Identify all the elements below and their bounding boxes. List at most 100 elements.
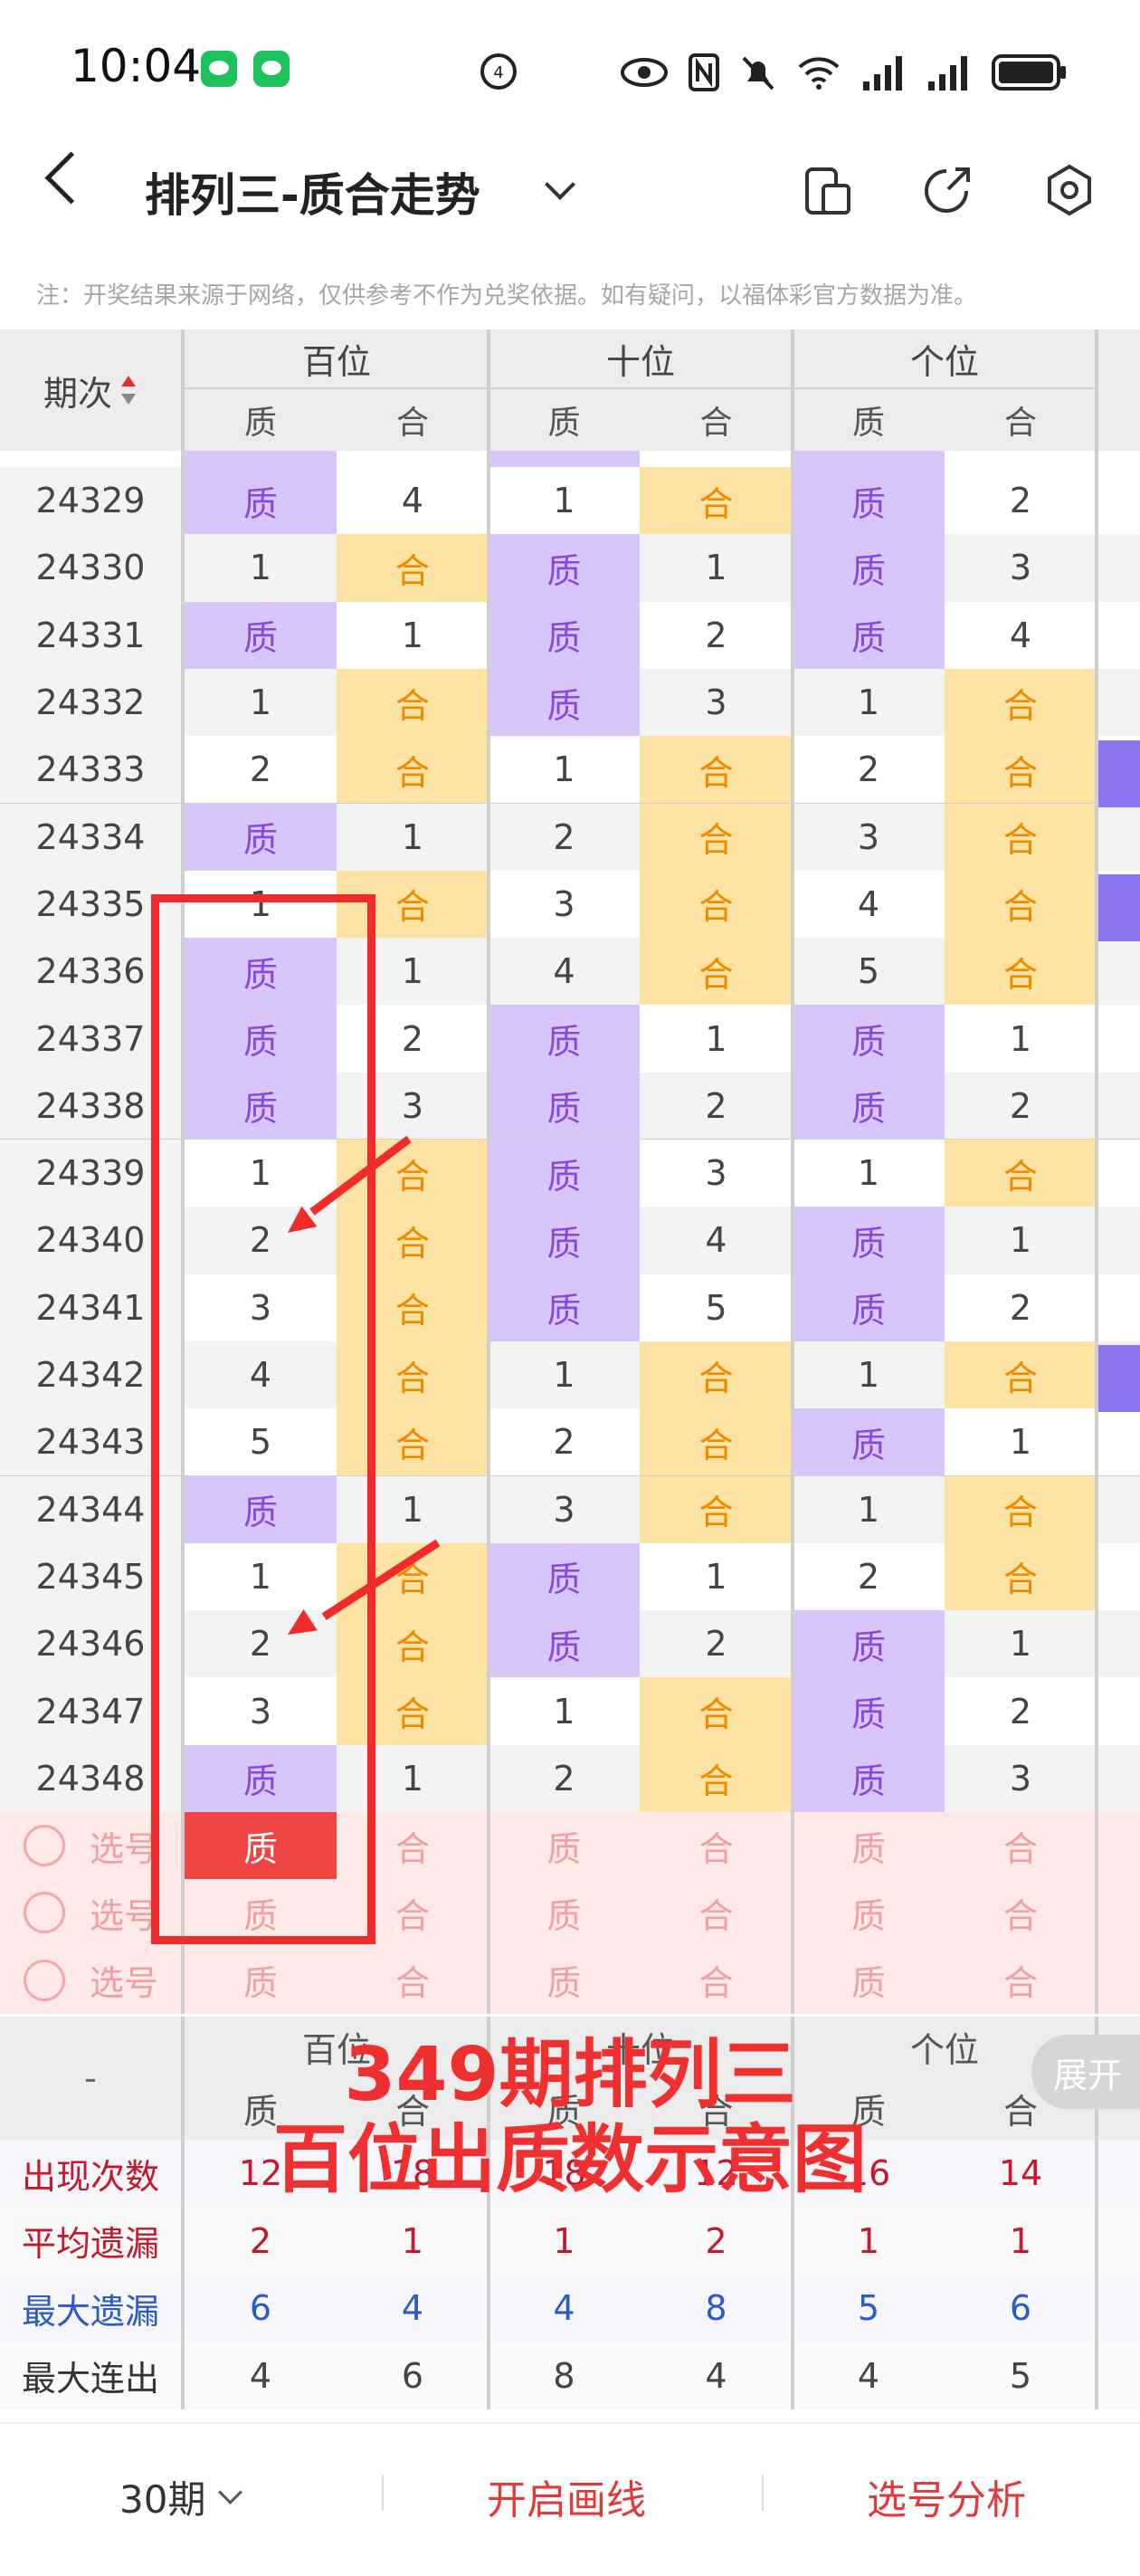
prime-cell: 质 [489,1542,640,1611]
omission-cell: 1 [857,1153,880,1194]
select-cell[interactable]: 质 [489,1947,640,2014]
stats-value: 8 [705,2288,727,2329]
stats-value: 5 [1009,2355,1032,2396]
period-count-selector[interactable]: 30期 [119,2469,243,2524]
omission-cell: 4 [857,883,880,924]
wifi-icon [798,57,840,90]
omission-cell: 1 [553,1355,575,1396]
select-cell[interactable]: 质 [793,1947,945,2014]
omission-cell: 4 [553,951,575,992]
status-icons [621,45,1068,100]
prime-cell: 质 [489,1610,640,1678]
settings-icon[interactable] [1042,163,1097,217]
prime-cell: 质 [793,467,945,535]
stats-value: 2 [249,2220,272,2261]
omission-cell: 1 [857,1489,880,1530]
select-cell[interactable]: 合 [945,1879,1097,1946]
select-radio[interactable] [24,1892,65,1934]
composite-cell: 合 [945,736,1097,804]
page-title[interactable]: 排列三-质合走势 [145,159,480,224]
stats-row-label: 平均遗漏 [21,2224,159,2265]
period-cell: 24332 [0,668,181,737]
omission-cell: 1 [401,615,424,655]
composite-cell: 合 [945,870,1097,939]
omission-cell: 1 [249,548,272,588]
composite-cell: 合 [945,1340,1097,1409]
select-cell[interactable]: 合 [640,1812,793,1879]
composite-cell: 合 [640,803,793,871]
composite-cell: 合 [945,1140,1097,1207]
composite-cell: 合 [640,870,793,939]
chevron-down-icon[interactable] [545,169,575,200]
omission-cell: 2 [1009,1691,1032,1732]
stats-value: 1 [1009,2220,1032,2261]
prime-cell: 质 [489,668,640,737]
back-icon[interactable] [44,151,98,205]
composite-cell: 合 [945,1542,1097,1611]
omission-cell: 5 [705,1287,727,1328]
select-radio[interactable] [24,1825,65,1866]
phone-layout-icon[interactable] [803,166,854,216]
eye-icon [621,58,668,87]
composite-cell: 合 [945,1475,1097,1543]
omission-cell: 2 [857,749,880,790]
composite-cell: 合 [640,938,793,1006]
stats-value: 1 [553,2220,575,2261]
composite-cell: 合 [337,736,489,804]
select-row-label: 选号 [89,1963,158,2004]
composite-cell: 合 [640,1475,793,1543]
select-cell[interactable]: 合 [945,1812,1097,1879]
prime-cell: 质 [793,534,945,602]
period-count-label: 30期 [119,2477,206,2522]
wechat-icon [201,51,237,87]
period-cell: 24329 [0,467,181,535]
prime-cell: 质 [489,1207,640,1274]
prime-cell: 质 [793,1677,945,1745]
share-icon[interactable] [921,166,972,216]
stats-value: 4 [401,2288,424,2329]
stats-value: 8 [553,2355,575,2396]
select-cell[interactable]: 质 [793,1879,945,1946]
select-cell[interactable]: 合 [640,1879,793,1946]
composite-cell: 合 [945,938,1097,1006]
prime-cell: 质 [793,1072,945,1140]
scrolled-cell-fragment [793,451,945,467]
prime-cell: 质 [793,601,945,669]
select-cell[interactable]: 质 [793,1812,945,1879]
group-header-2: 个位 [793,329,1097,389]
status-time: 10:04 [71,40,202,92]
omission-cell: 1 [401,816,424,857]
column-divider [181,329,185,451]
scrolled-row-fragment [0,451,1140,467]
select-cell[interactable]: 质 [489,1879,640,1946]
group-header-1: 十位 [489,329,793,389]
omission-cell: 3 [705,1153,727,1194]
prime-cell: 质 [185,467,337,535]
period-header-label: 期次 [43,373,112,414]
omission-cell: 2 [249,749,272,790]
omission-cell: 2 [1009,1287,1032,1328]
select-cell[interactable]: 合 [337,1947,489,2014]
omission-cell: 1 [857,1355,880,1396]
select-cell[interactable]: 质 [185,1947,337,2014]
select-radio[interactable] [24,1959,65,2001]
select-cell[interactable]: 质 [489,1812,640,1879]
omission-cell: 4 [1009,615,1032,655]
composite-cell: 合 [337,534,489,602]
omission-cell: 3 [553,883,575,924]
select-cell[interactable]: 合 [640,1947,793,2014]
stats-value: 1 [401,2220,424,2261]
stats-row-label: 最大连出 [21,2359,159,2399]
draw-line-button[interactable]: 开启画线 [487,2467,646,2525]
select-cell[interactable]: 合 [945,1947,1097,2014]
omission-cell: 1 [705,1556,727,1597]
omission-cell: 1 [1009,1018,1032,1059]
prime-cell: 质 [185,803,337,871]
column-divider [487,329,490,451]
period-sort-header[interactable]: 期次 [0,329,181,451]
omission-cell: 3 [1009,548,1032,588]
column-divider [1095,451,1098,2014]
number-analysis-button[interactable]: 选号分析 [867,2467,1026,2525]
nfc-icon [689,53,719,91]
prime-cell: 质 [489,1274,640,1341]
